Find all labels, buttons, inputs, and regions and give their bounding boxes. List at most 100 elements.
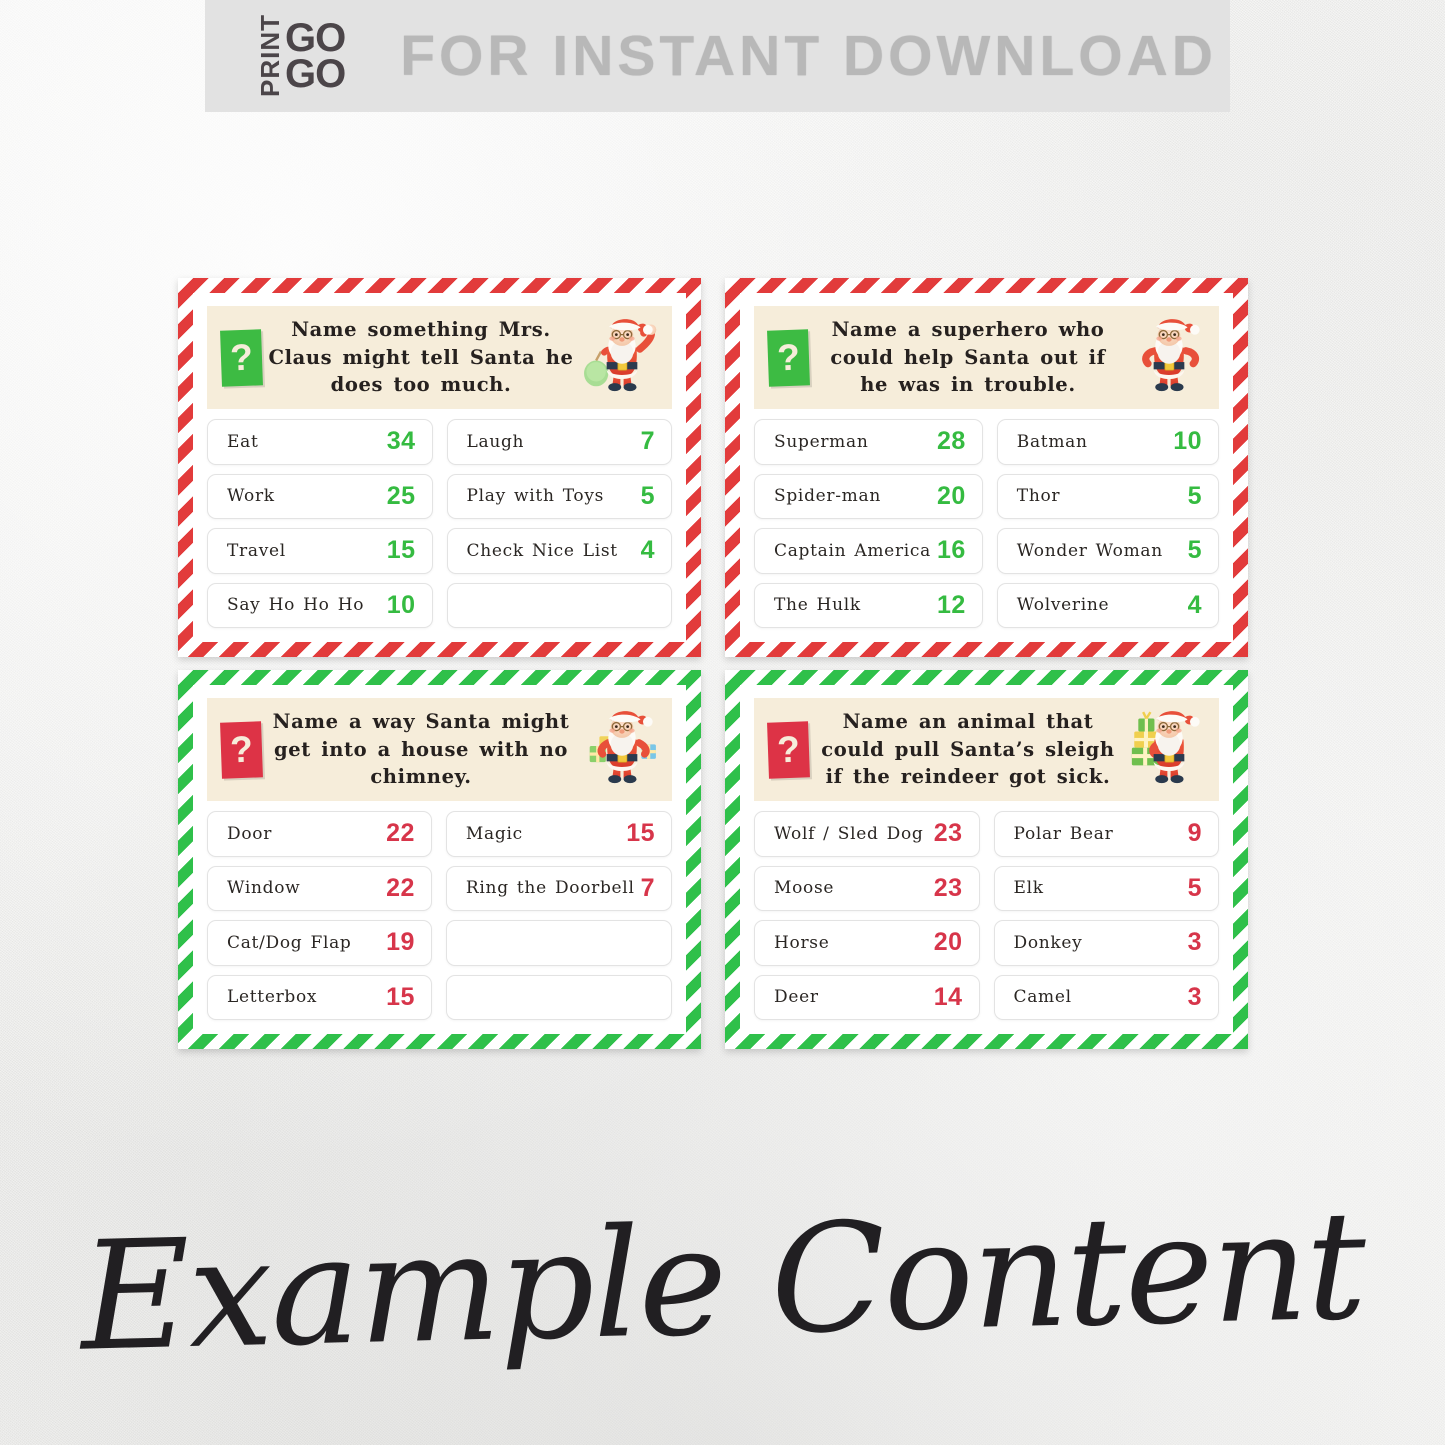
answer-score: 3 (1187, 928, 1202, 957)
answer-label: Say Ho Ho Ho (227, 595, 365, 616)
santa-hands-on-hips-icon (1127, 312, 1211, 404)
question-header: ? Name a superhero who could help Santa o… (754, 306, 1219, 409)
card-inner: ? Name something Mrs. Claus might tell Sa… (193, 293, 686, 642)
answer-score: 28 (936, 427, 966, 456)
answer-score: 25 (386, 481, 416, 510)
answer-row: Polar Bear 9 (993, 811, 1219, 857)
logo-go-top: GO (285, 16, 346, 60)
answer-score: 5 (1187, 536, 1202, 565)
answer-label: Door (227, 823, 273, 844)
answer-score: 12 (936, 590, 966, 619)
answer-score: 10 (386, 590, 416, 619)
answer-score: 14 (933, 982, 963, 1011)
answer-label: Cat/Dog Flap (227, 932, 352, 953)
answer-row: Ring the Doorbell 7 (445, 865, 672, 911)
page-background: PRINT GO GO FOR INSTANT DOWNLOAD ? Name s… (0, 0, 1445, 1445)
answer-score: 20 (936, 481, 966, 510)
question-text: Name a superhero who could help Santa ou… (830, 317, 1106, 397)
answer-score: 10 (1173, 427, 1202, 456)
answer-score: 20 (933, 928, 963, 957)
answer-label: The Hulk (774, 595, 861, 616)
answer-score: 15 (386, 982, 415, 1011)
answer-row: Spider-man 20 (754, 473, 983, 519)
santa-carrying-gift-stack-icon (1127, 704, 1211, 796)
answer-row: Thor 5 (996, 473, 1219, 519)
answer-row: Window 22 (207, 865, 432, 911)
answer-row: Work 25 (207, 473, 433, 519)
answer-score: 16 (936, 536, 966, 565)
question-card: ? Name something Mrs. Claus might tell Sa… (178, 278, 701, 657)
question-mark-badge-icon: ? (767, 328, 810, 387)
answer-score: 4 (1187, 590, 1202, 619)
answer-row: Deer 14 (754, 974, 980, 1020)
question-header: ? Name a way Santa might get into a house… (207, 698, 672, 801)
answer-label: Wolverine (1016, 595, 1110, 616)
answer-label: Ring the Doorbell (465, 878, 635, 899)
question-card: ? Name a superhero who could help Santa o… (725, 278, 1248, 657)
answer-score: 7 (640, 873, 655, 902)
answer-row: Captain America 16 (754, 528, 983, 574)
santa-waving-with-sack-icon (580, 312, 664, 404)
answer-label: Check Nice List (466, 540, 618, 561)
santa-holding-gifts-icon (580, 704, 664, 796)
answer-row: Horse 20 (754, 920, 980, 966)
answer-label: Donkey (1013, 932, 1083, 953)
card-inner: ? Name a superhero who could help Santa o… (740, 293, 1233, 642)
answer-label: Elk (1013, 878, 1044, 899)
answer-row: Travel 15 (207, 528, 433, 574)
answer-row: Superman 28 (754, 419, 983, 465)
answer-score: 4 (640, 536, 655, 565)
question-text: Name something Mrs. Claus might tell San… (268, 317, 574, 397)
answer-row-blank (446, 582, 672, 628)
answer-row: Donkey 3 (993, 920, 1219, 966)
answer-label: Play with Toys (466, 486, 605, 507)
answer-label: Letterbox (227, 987, 318, 1008)
answer-grid: Door 22 Window 22 Cat/Dog Flap 19 Letterbox 15 M… (207, 801, 672, 1020)
question-header: ? Name an animal that could pull Santa’s … (754, 698, 1219, 801)
answer-score: 9 (1187, 819, 1202, 848)
banner-title: FOR INSTANT DOWNLOAD (400, 24, 1217, 88)
answer-row: Wonder Woman 5 (996, 528, 1219, 574)
answer-row: Play with Toys 5 (446, 473, 672, 519)
logo-go-bottom: GO (285, 52, 346, 96)
answer-row: Wolf / Sled Dog 23 (754, 811, 980, 857)
answer-score: 15 (626, 819, 655, 848)
question-text: Name an animal that could pull Santa’s s… (821, 709, 1115, 789)
answer-row: Say Ho Ho Ho 10 (207, 582, 433, 628)
answer-row-blank (445, 920, 672, 966)
logo-print-text: PRINT (255, 14, 285, 98)
answer-row: The Hulk 12 (754, 582, 983, 628)
answer-score: 5 (1187, 481, 1202, 510)
answer-score: 7 (640, 427, 655, 456)
answer-row: Check Nice List 4 (446, 528, 672, 574)
answer-label: Laugh (466, 431, 525, 452)
question-card: ? Name a way Santa might get into a house… (178, 670, 701, 1049)
answer-grid: Wolf / Sled Dog 23 Moose 23 Horse 20 Deer 14 Pol… (754, 801, 1219, 1020)
answer-row-blank (445, 974, 672, 1020)
question-card: ? Name an animal that could pull Santa’s … (725, 670, 1248, 1049)
answer-label: Magic (465, 823, 523, 844)
answer-label: Captain America (774, 540, 931, 561)
answer-row: Laugh 7 (446, 419, 672, 465)
answer-label: Deer (774, 987, 819, 1008)
answer-label: Spider-man (774, 486, 881, 507)
answer-score: 22 (386, 819, 415, 848)
answer-score: 5 (1187, 873, 1202, 902)
answer-row: Magic 15 (445, 811, 672, 857)
answer-label: Wolf / Sled Dog (774, 823, 924, 844)
card-grid: ? Name something Mrs. Claus might tell Sa… (178, 278, 1248, 1049)
question-mark-badge-icon: ? (767, 720, 810, 779)
answer-score: 22 (386, 873, 415, 902)
answer-label: Moose (774, 878, 835, 899)
answer-label: Window (227, 878, 301, 899)
question-text: Name a way Santa might get into a house … (272, 709, 570, 789)
question-header: ? Name something Mrs. Claus might tell Sa… (207, 306, 672, 409)
answer-row: Elk 5 (993, 865, 1219, 911)
answer-score: 34 (386, 427, 416, 456)
question-mark-glyph: ? (776, 727, 801, 770)
card-inner: ? Name an animal that could pull Santa’s … (740, 685, 1233, 1034)
answer-row: Moose 23 (754, 865, 980, 911)
answer-label: Work (227, 486, 275, 507)
answer-score: 3 (1187, 982, 1202, 1011)
question-mark-badge-icon: ? (220, 720, 263, 779)
